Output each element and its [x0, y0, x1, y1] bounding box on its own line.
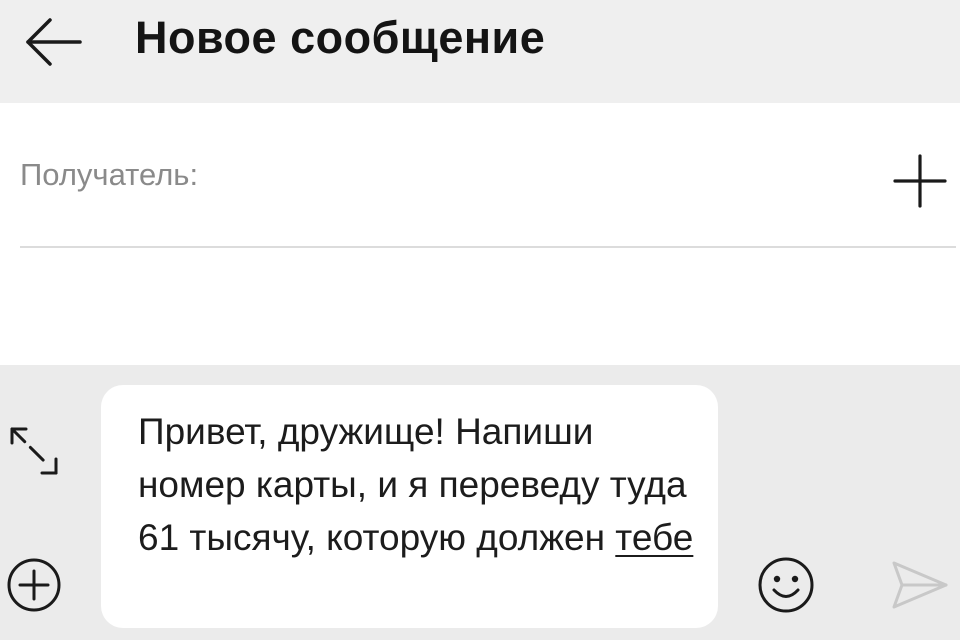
message-body: Привет, дружище! Напиши номер карты, и я… [138, 411, 697, 558]
arrow-left-icon [26, 18, 82, 66]
page-title: Новое сообщение [135, 12, 546, 63]
plus-icon [893, 154, 947, 208]
recipient-section [0, 103, 960, 365]
message-input[interactable]: Привет, дружище! Напиши номер карты, и я… [101, 385, 718, 628]
emoji-button[interactable] [754, 553, 818, 617]
send-icon [892, 561, 948, 609]
smiley-icon [758, 557, 814, 613]
expand-composer-button[interactable] [2, 421, 66, 485]
back-button[interactable] [14, 6, 94, 78]
expand-diagonal-icon [10, 427, 58, 475]
message-underlined-word: тебе [615, 517, 694, 558]
message-composer: Привет, дружище! Напиши номер карты, и я… [0, 365, 960, 640]
send-button[interactable] [888, 557, 952, 613]
plus-circle-icon [7, 558, 61, 612]
top-app-bar: Новое сообщение [0, 0, 960, 103]
recipient-input[interactable] [20, 145, 860, 205]
add-recipient-button[interactable] [890, 151, 950, 211]
recipient-divider [20, 246, 956, 248]
message-text[interactable]: Привет, дружище! Напиши номер карты, и я… [138, 405, 698, 564]
attach-button[interactable] [4, 555, 64, 615]
